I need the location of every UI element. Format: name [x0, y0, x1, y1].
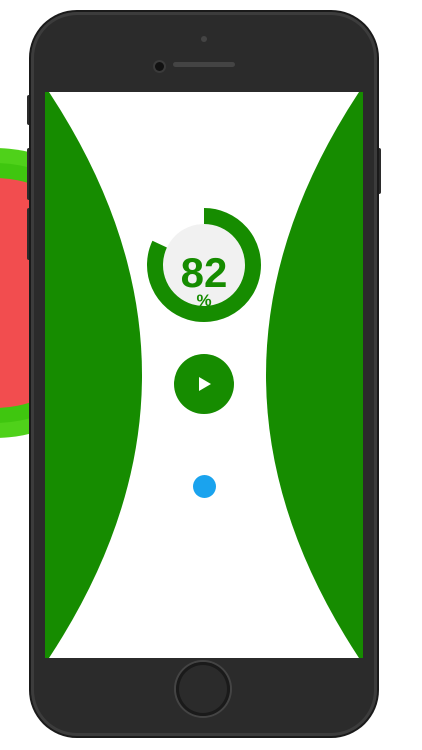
play-button[interactable] — [174, 354, 234, 414]
left-wall — [45, 92, 142, 658]
home-button[interactable] — [176, 662, 230, 716]
stage: 82 % — [0, 0, 422, 750]
proximity-sensor — [201, 36, 207, 42]
play-icon — [199, 377, 211, 391]
ball — [193, 475, 216, 498]
right-wall — [266, 92, 363, 658]
game-screen[interactable]: 82 % — [45, 92, 363, 658]
earpiece-speaker — [173, 62, 235, 67]
front-camera — [155, 62, 164, 71]
progress-ring-inner — [163, 224, 245, 306]
